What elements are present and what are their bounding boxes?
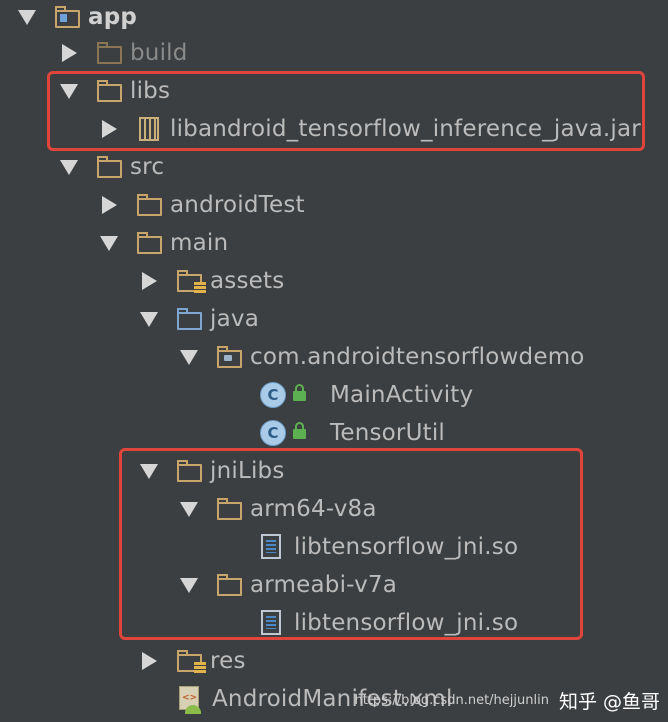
highlight-box-jnilibs [119,448,583,640]
tree-label: app [88,4,138,30]
lock-icon [293,422,306,439]
class-icon: C [260,382,316,408]
xml-tag-glyph: <> [182,693,198,703]
tree-label: com.androidtensorflowdemo [250,344,585,370]
class-badge: C [260,420,286,446]
expand-arrow[interactable] [14,4,40,30]
highlight-box-libs [47,71,645,151]
collapse-arrow[interactable] [56,40,82,66]
class-badge: C [260,382,286,408]
module-folder-icon [54,4,82,30]
tree-row-android-test[interactable]: androidTest [96,186,305,224]
folder-icon [136,230,164,256]
class-icon: C [260,420,316,446]
tree-row-src[interactable]: src [56,148,164,186]
watermark: https://blog.csdn.net/hejjunlin 知乎 @鱼哥 [354,687,660,714]
tree-row-res[interactable]: res [136,642,246,680]
package-icon [216,344,244,370]
tree-label: main [170,230,229,256]
tree-row-app[interactable]: app [14,0,137,36]
folder-icon [136,192,164,218]
tree-row-build[interactable]: build [56,34,188,72]
watermark-zhihu: 知乎 @鱼哥 [558,691,660,713]
tree-label: java [210,306,259,332]
folder-icon [96,154,124,180]
tree-row-package[interactable]: com.androidtensorflowdemo [176,338,585,376]
collapse-arrow[interactable] [96,192,122,218]
tree-label: build [130,40,188,66]
tree-label: MainActivity [330,382,474,408]
folder-icon [96,40,124,66]
tree-row-java[interactable]: java [136,300,259,338]
collapse-arrow[interactable] [136,268,162,294]
expand-arrow[interactable] [56,154,82,180]
expand-arrow[interactable] [136,306,162,332]
tree-row-tensor-util[interactable]: C TensorUtil [260,414,445,452]
tree-label: TensorUtil [330,420,446,446]
tree-label: androidTest [170,192,305,218]
resource-folder-icon [176,648,206,674]
expand-arrow[interactable] [176,344,202,370]
tree-label: src [130,154,165,180]
tree-label: res [210,648,246,674]
tree-row-main[interactable]: main [96,224,228,262]
tree-row-main-activity[interactable]: C MainActivity [260,376,473,414]
android-manifest-icon: <> [176,686,204,714]
lock-icon [293,384,306,401]
watermark-url: https://blog.csdn.net/hejjunlin [354,693,549,708]
collapse-arrow[interactable] [136,648,162,674]
expand-arrow[interactable] [96,230,122,256]
source-folder-icon [176,306,204,332]
tree-row-assets[interactable]: assets [136,262,284,300]
tree-label: assets [210,268,285,294]
resource-folder-icon [176,268,206,294]
